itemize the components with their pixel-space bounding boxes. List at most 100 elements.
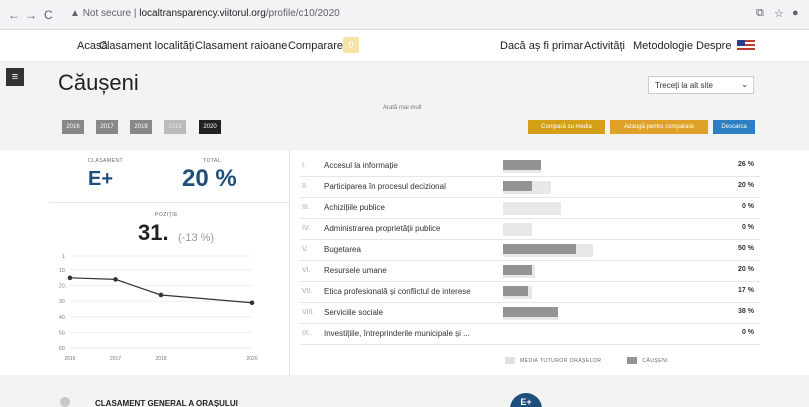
back-icon[interactable]: ←	[8, 8, 20, 22]
bottom-section: CLASAMENT GENERAL A ORAȘULUI E+	[0, 375, 809, 407]
indicator-row[interactable]: IV. Administrarea proprietății publice 0 %	[300, 219, 760, 240]
indicator-percent: 26 %	[738, 161, 754, 168]
indicator-percent: 38 %	[738, 308, 754, 315]
compare-average-button[interactable]: Compară cu media	[528, 120, 605, 134]
indicator-percent: 50 %	[738, 245, 754, 252]
indicator-row[interactable]: VI. Resursele umane 20 %	[300, 261, 760, 282]
site-switch-label: Treceți la alt site	[655, 81, 713, 90]
indicator-percent: 0 %	[741, 329, 754, 336]
year-2017-button[interactable]: 2017	[96, 120, 118, 134]
indicator-percent: 20 %	[738, 266, 754, 273]
address-bar[interactable]: ▲ Not secure | localtransparency.viitoru…	[70, 8, 340, 19]
indicator-value-bar	[503, 307, 559, 317]
nav-about[interactable]: Despre	[696, 40, 731, 52]
indicator-label: Resursele umane	[324, 266, 387, 275]
indicator-percent: 20 %	[738, 182, 754, 189]
x-tick-label: 2017	[110, 356, 121, 362]
add-compare-button[interactable]: Adaugă pentru comparare	[610, 120, 708, 134]
download-button[interactable]: Descarca	[713, 120, 755, 134]
position-value: 31.	[138, 220, 169, 245]
url-path: /profile/c10/2020	[265, 8, 340, 19]
security-label: Not secure	[82, 8, 132, 19]
indicator-label: Bugetarea	[324, 245, 361, 254]
indicator-number: III.	[302, 204, 310, 211]
year-2016-button[interactable]: 2016	[62, 120, 84, 134]
indicator-media-bar	[503, 223, 532, 236]
indicator-row[interactable]: I. Accesul la informație 26 %	[300, 156, 760, 177]
indicator-number: IV.	[302, 225, 310, 232]
legend-city-label: CĂUȘENI	[642, 357, 669, 364]
indicator-label: Investițiile, întreprinderile municipale…	[324, 329, 470, 338]
show-more-link[interactable]: Arată mai mult	[383, 105, 422, 111]
forward-icon[interactable]: →	[25, 8, 37, 22]
language-flag-icon[interactable]	[737, 40, 755, 52]
indicator-row[interactable]: V. Bugetarea 50 %	[300, 240, 760, 261]
indicator-row[interactable]: VIII. Serviciile sociale 38 %	[300, 303, 760, 324]
indicator-number: VII.	[302, 288, 313, 295]
nav-methodology[interactable]: Metodologie	[633, 40, 693, 52]
page-title: Căușeni	[58, 70, 139, 95]
year-2019-button: 2019	[164, 120, 186, 134]
position-delta: (-13 %)	[178, 232, 215, 244]
indicator-row[interactable]: VII. Etica profesională și conflictul de …	[300, 282, 760, 303]
indicator-value-bar	[503, 160, 541, 170]
general-ranking-heading: CLASAMENT GENERAL A ORAȘULUI	[95, 399, 238, 407]
indicator-row[interactable]: II. Participarea în procesul decizional 20…	[300, 177, 760, 198]
browser-chrome: ← → C ▲ Not secure | localtransparency.v…	[0, 0, 809, 30]
indicator-number: II.	[302, 183, 308, 190]
indicator-label: Etica profesională și conflictul de inte…	[324, 287, 471, 296]
indicator-value-bar	[503, 286, 528, 296]
y-tick-label: 60.	[59, 346, 66, 352]
position-point[interactable]	[113, 277, 118, 282]
compare-count-badge: 0	[343, 37, 359, 53]
year-2018-button[interactable]: 2018	[130, 120, 152, 134]
divider	[50, 202, 290, 203]
url-host: localtransparency.viitorul.org	[139, 8, 266, 19]
position-point[interactable]	[158, 292, 164, 298]
indicator-label: Administrarea proprietății publice	[324, 224, 441, 233]
indicator-label: Achizițiile publice	[324, 203, 385, 212]
chevron-down-icon: ⌄	[741, 80, 748, 89]
menu-icon[interactable]: ≡	[6, 68, 24, 86]
indicator-row[interactable]: III. Achizițiile publice 0 %	[300, 198, 760, 219]
nav-activities[interactable]: Activități	[584, 40, 625, 52]
position-point[interactable]	[67, 275, 73, 281]
indicator-row[interactable]: IX. Investițiile, întreprinderile municip…	[300, 324, 760, 345]
y-tick-label: 1.	[62, 254, 66, 260]
indicator-value-bar	[503, 181, 532, 191]
ranking-icon	[60, 397, 70, 407]
nav-rank-districts[interactable]: Clasament raioane	[195, 40, 287, 52]
indicator-percent: 0 %	[741, 203, 754, 210]
total-label: TOTAL	[203, 158, 222, 164]
translate-icon[interactable]: ⧉	[756, 7, 764, 20]
site-switch-select[interactable]: Treceți la alt site ⌄	[648, 76, 754, 94]
year-2020-button[interactable]: 2020	[199, 120, 221, 134]
y-tick-label: 30.	[59, 299, 66, 305]
indicator-value-bar	[503, 244, 576, 254]
summary-panel: CLASAMENT E+ TOTAL 20 % POZIȚIE 31. (-13…	[50, 150, 290, 375]
y-tick-label: 20.	[59, 284, 66, 290]
indicator-media-bar	[503, 202, 561, 215]
profile-content: CLASAMENT E+ TOTAL 20 % POZIȚIE 31. (-13…	[0, 150, 809, 375]
ranking-label: CLASAMENT	[88, 158, 124, 164]
profile-icon[interactable]: ●	[792, 7, 799, 19]
x-tick-label: 2018	[155, 356, 166, 362]
star-icon[interactable]: ☆	[774, 7, 784, 20]
indicator-label: Accesul la informație	[324, 161, 398, 170]
chart-legend: MEDIA TUTUROR ORAȘELOR CĂUȘENI	[505, 357, 668, 364]
legend-city-swatch	[627, 357, 638, 364]
legend-media-swatch	[505, 357, 515, 364]
total-score: 20 %	[182, 165, 237, 192]
nav-rank-localities[interactable]: Clasament localități	[99, 40, 194, 52]
position-point[interactable]	[249, 300, 255, 306]
indicator-number: VI.	[302, 267, 311, 274]
warning-icon: ▲	[70, 8, 80, 19]
y-tick-label: 50.	[59, 330, 66, 336]
page-header: ≡ Căușeni Arată mai mult Treceți la alt …	[0, 62, 809, 150]
reload-icon[interactable]: C	[44, 8, 53, 22]
nav-if-mayor[interactable]: Dacă aș fi primar	[500, 40, 583, 52]
position-line	[69, 277, 253, 304]
indicator-label: Participarea în procesul decizional	[324, 182, 446, 191]
nav-compare[interactable]: Comparare	[288, 40, 343, 52]
indicator-value-bar	[503, 265, 532, 275]
